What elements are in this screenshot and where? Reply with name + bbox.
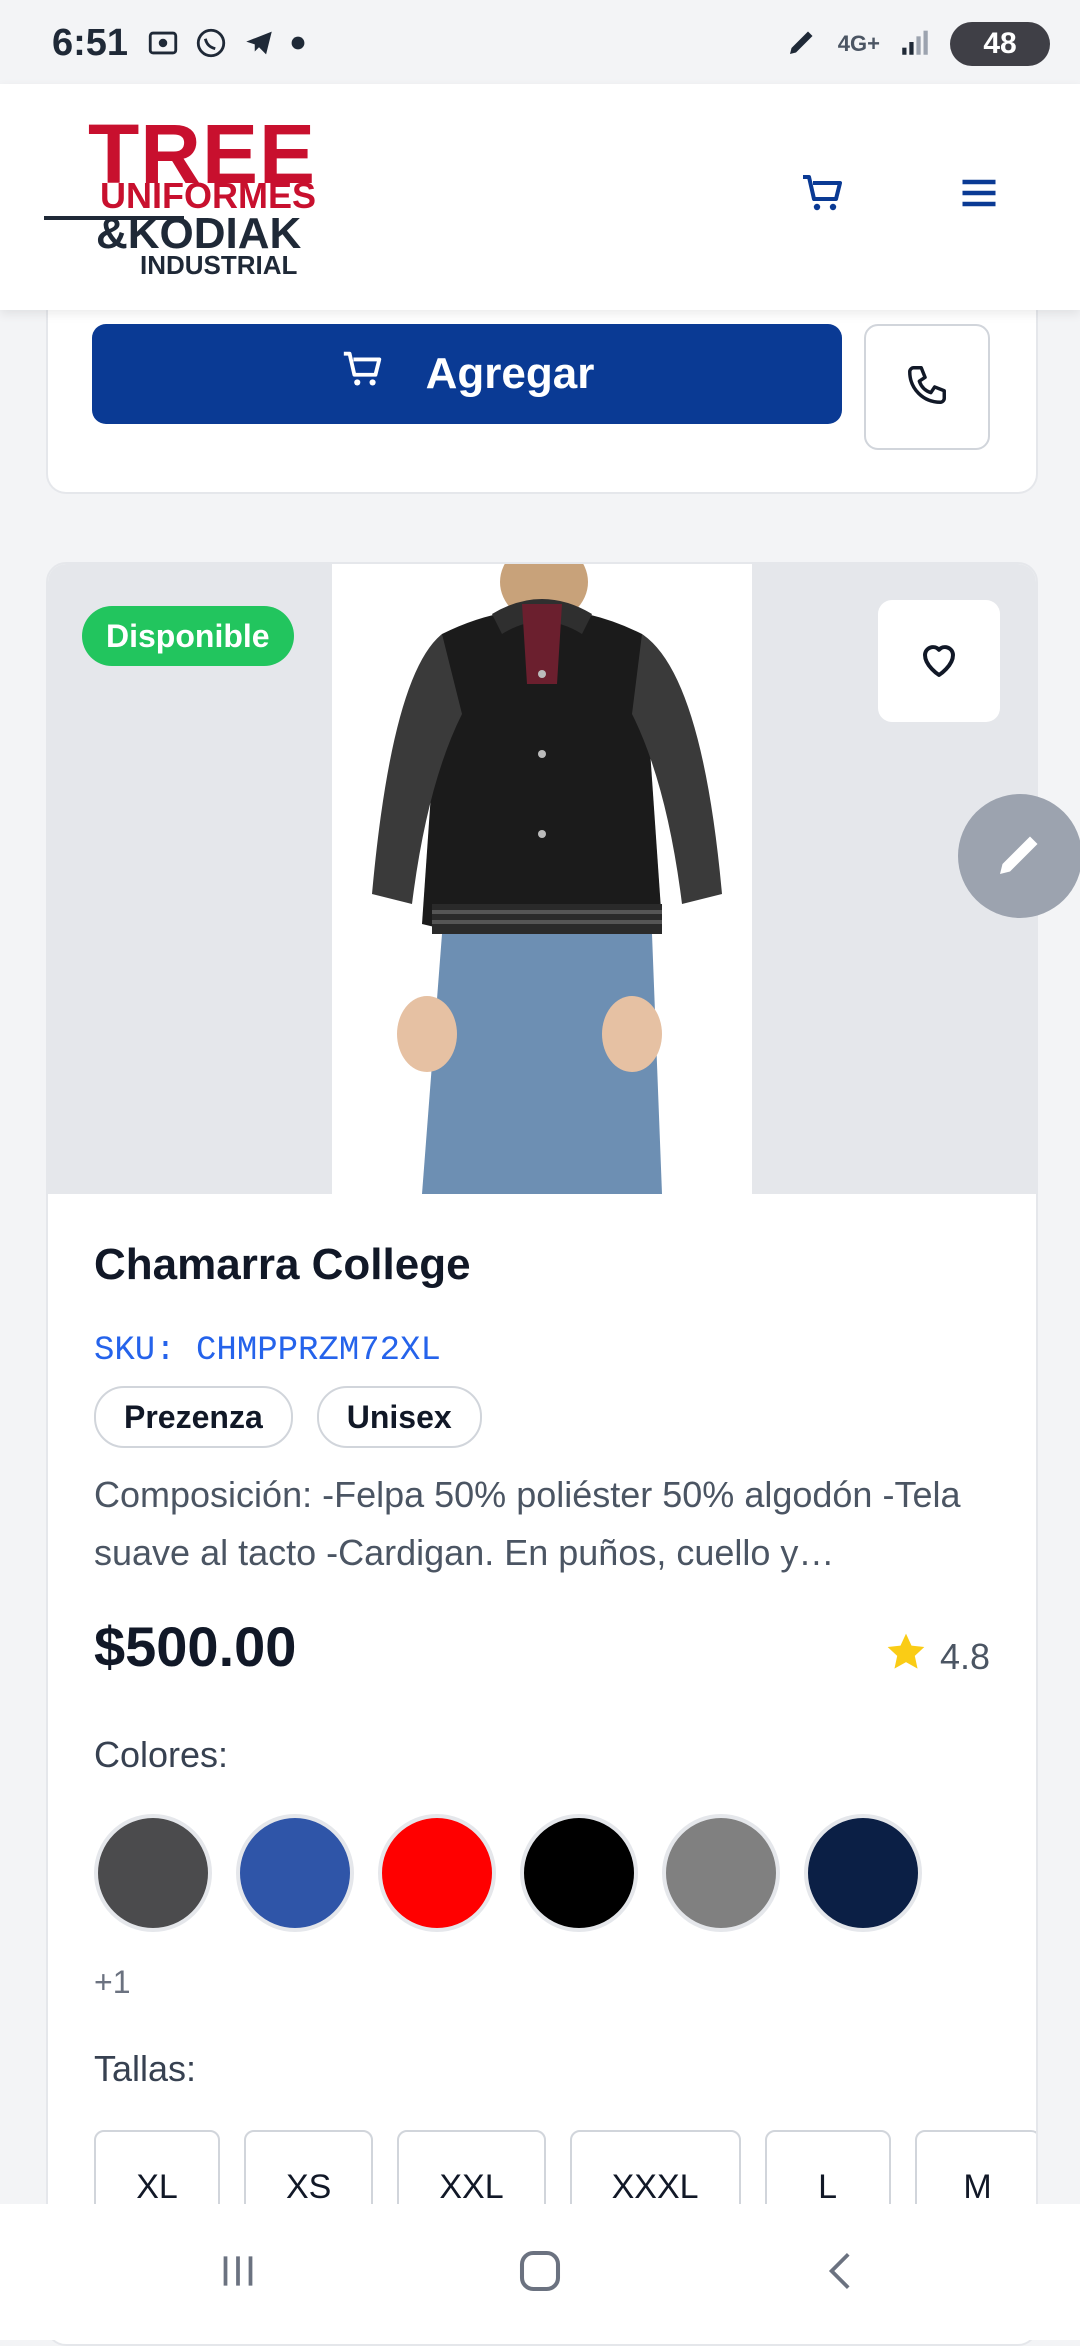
heart-icon — [915, 635, 963, 688]
tag-brand: Prezenza — [94, 1386, 293, 1448]
network-label: 4G+ — [837, 31, 880, 56]
color-swatch[interactable] — [520, 1814, 638, 1932]
favorite-button[interactable] — [878, 600, 1000, 722]
add-label: Agregar — [425, 349, 595, 398]
system-icons: 4G+ 48 — [784, 22, 1050, 66]
color-swatch[interactable] — [378, 1814, 496, 1932]
dot-icon — [290, 35, 306, 56]
product-photo[interactable] — [332, 564, 752, 1194]
product-description: Composición: -Felpa 50% poliéster 50% al… — [94, 1474, 961, 1573]
home-icon — [513, 2244, 567, 2303]
system-navigation-bar — [0, 2204, 1080, 2340]
notification-icons — [146, 26, 306, 65]
menu-icon — [957, 171, 1001, 220]
pencil-icon — [990, 824, 1050, 889]
color-swatch[interactable] — [662, 1814, 780, 1932]
add-to-cart-button[interactable]: Agregar — [92, 324, 842, 424]
rating-value: 4.8 — [939, 1635, 990, 1677]
edit-button[interactable] — [958, 794, 1080, 918]
menu-button[interactable] — [944, 160, 1014, 230]
whatsapp-icon — [194, 26, 228, 65]
brand-logo[interactable]: TREE UNIFORMES &KODIAK INDUSTRIAL — [44, 112, 344, 282]
more-colors[interactable]: +1 — [94, 1964, 130, 2001]
cart-icon — [799, 169, 847, 222]
sizes-label: Tallas: — [94, 2048, 197, 2089]
product-image-area[interactable]: Disponible — [48, 564, 1036, 1194]
home-button[interactable] — [500, 2238, 580, 2308]
telegram-icon — [242, 26, 276, 65]
star-icon — [884, 1630, 928, 1683]
color-swatches — [94, 1814, 922, 1932]
product-card[interactable]: Disponible Chamarra College SKU: CHMPPRZ… — [46, 562, 1038, 2346]
status-time: 6:51 — [52, 22, 129, 64]
product-price: $500.00 — [94, 1615, 297, 1678]
call-button[interactable] — [864, 324, 990, 450]
availability-badge: Disponible — [82, 606, 294, 666]
battery-indicator: 48 — [950, 22, 1050, 66]
color-swatch[interactable] — [94, 1814, 212, 1932]
back-icon — [817, 2246, 867, 2301]
signal-icon — [898, 25, 932, 64]
colors-label: Colores: — [94, 1734, 229, 1775]
product-title: Chamarra College — [94, 1240, 471, 1289]
phone-icon — [904, 362, 950, 413]
tag-gender: Unisex — [316, 1386, 482, 1448]
color-swatch[interactable] — [236, 1814, 354, 1932]
product-sku: SKU: CHMPPRZM72XL — [94, 1332, 441, 1370]
color-swatch[interactable] — [804, 1814, 922, 1932]
product-rating: 4.8 — [884, 1630, 990, 1683]
logo-industrial: INDUSTRIAL — [140, 250, 298, 280]
status-bar: 6:51 4G+ 48 — [0, 0, 1080, 84]
cart-button[interactable] — [788, 160, 858, 230]
app-header: TREE UNIFORMES &KODIAK INDUSTRIAL — [0, 84, 1080, 310]
product-tags: Prezenza Unisex — [94, 1386, 482, 1448]
recent-apps-button[interactable] — [198, 2238, 278, 2308]
recent-apps-icon — [213, 2246, 263, 2301]
cart-icon — [340, 346, 386, 403]
back-button[interactable] — [802, 2238, 882, 2308]
pen-icon — [784, 24, 820, 65]
screenshot-icon — [146, 26, 180, 65]
